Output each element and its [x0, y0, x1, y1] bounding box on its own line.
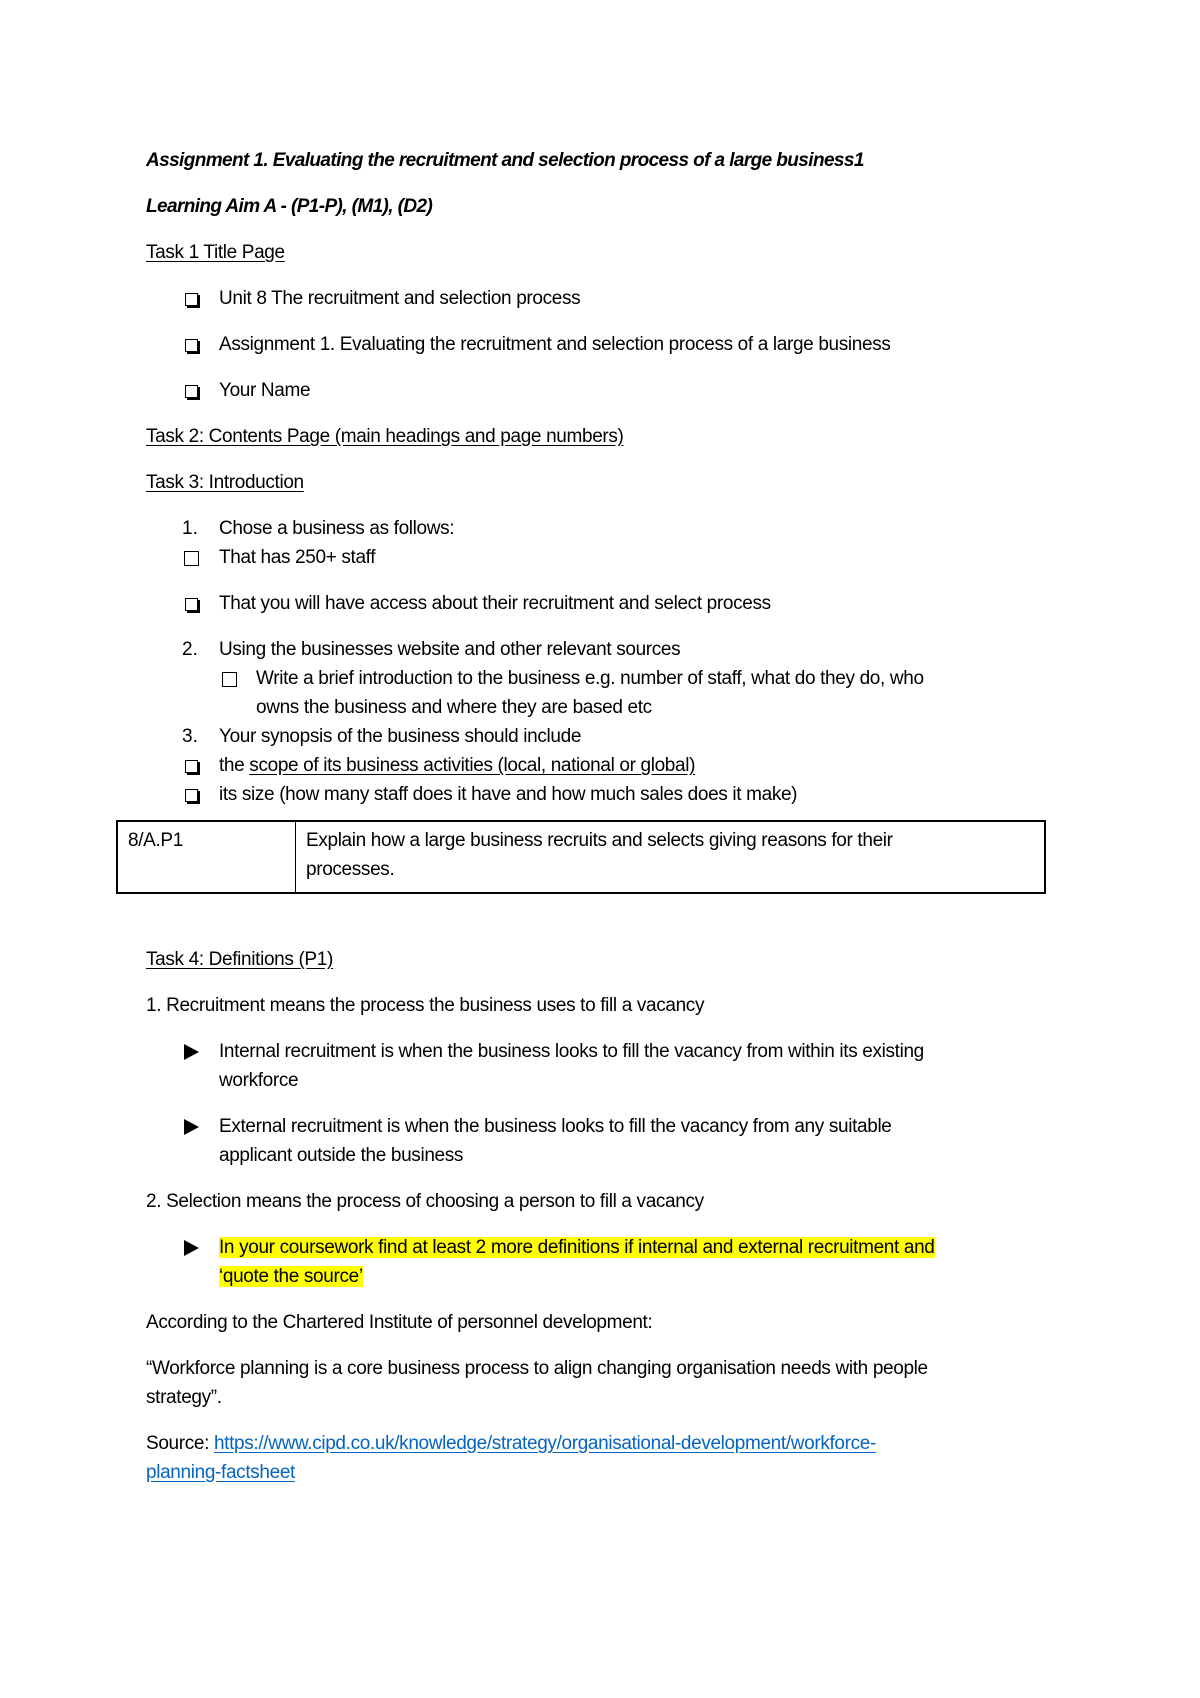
shadowed-square-bullet-icon	[181, 783, 201, 809]
criteria-code-cell: 8/A.P1	[116, 820, 296, 894]
criteria-description-line1: Explain how a large business recruits an…	[306, 830, 893, 851]
task3-step1-text: Chose a business as follows:	[219, 518, 455, 539]
task3-step3-item-scope: the scope of its business activities (lo…	[219, 754, 695, 778]
task3-step2-item-line2: owns the business and where they are bas…	[256, 697, 652, 718]
criteria-description-cell: Explain how a large business recruits an…	[295, 820, 1046, 894]
source-line1: Source: https://www.cipd.co.uk/knowledge…	[146, 1432, 876, 1456]
task4-heading: Task 4: Definitions (P1)	[146, 949, 333, 970]
open-square-bullet-icon	[219, 667, 239, 694]
task1-item-unit: Unit 8 The recruitment and selection pro…	[219, 288, 581, 309]
step-number: 2.	[182, 639, 198, 660]
highlight-text: In your coursework find at least 2 more …	[219, 1237, 935, 1258]
document-page: Assignment 1. Evaluating the recruitment…	[0, 0, 1200, 1698]
open-square-bullet-icon	[181, 546, 201, 573]
internal-recruitment-line2: workforce	[219, 1070, 299, 1091]
task1-item-name: Your Name	[219, 380, 311, 401]
source-link-continued[interactable]: planning-factsheet	[146, 1462, 295, 1483]
task3-step2-text: Using the businesses website and other r…	[219, 639, 681, 660]
source-label: Source:	[146, 1433, 214, 1454]
shadowed-square-bullet-icon	[181, 379, 201, 405]
definition-selection: 2. Selection means the process of choosi…	[146, 1191, 704, 1212]
task3-step1-item-access: That you will have access about their re…	[219, 593, 771, 614]
shadowed-square-bullet-icon	[181, 754, 201, 780]
criteria-code: 8/A.P1	[128, 830, 183, 851]
shadowed-square-bullet-icon	[181, 592, 201, 618]
right-triangle-bullet-icon	[181, 1236, 201, 1263]
task3-step3-item-size: its size (how many staff does it have an…	[219, 784, 798, 805]
task1-heading: Task 1 Title Page	[146, 242, 285, 263]
scope-prefix: the	[219, 755, 250, 776]
task2-heading: Task 2: Contents Page (main headings and…	[146, 426, 624, 447]
table-row: 8/A.P1 Explain how a large business recr…	[116, 820, 1046, 894]
criteria-description-line2: processes.	[306, 859, 395, 880]
assignment-title: Assignment 1. Evaluating the recruitment…	[146, 150, 864, 171]
right-triangle-bullet-icon	[181, 1040, 201, 1067]
according-to-text: According to the Chartered Institute of …	[146, 1312, 653, 1333]
task3-heading: Task 3: Introduction	[146, 472, 304, 493]
right-triangle-bullet-icon	[181, 1115, 201, 1142]
highlight-text: ‘quote the source’	[219, 1266, 363, 1287]
quote-line2: strategy”.	[146, 1387, 222, 1408]
scope-underlined: scope of its business activities (local,…	[249, 755, 696, 776]
step-number: 1.	[182, 518, 198, 539]
task3-step2-item-line1: Write a brief introduction to the busine…	[256, 668, 924, 689]
task1-item-assignment: Assignment 1. Evaluating the recruitment…	[219, 334, 891, 355]
task3-step3-text: Your synopsis of the business should inc…	[219, 726, 582, 747]
learning-aim-heading: Learning Aim A - (P1-P), (M1), (D2)	[146, 196, 433, 217]
shadowed-square-bullet-icon	[181, 287, 201, 313]
external-recruitment-line1: External recruitment is when the busines…	[219, 1116, 892, 1137]
criteria-table: 8/A.P1 Explain how a large business recr…	[116, 820, 1046, 894]
source-line2: planning-factsheet	[146, 1461, 295, 1485]
highlighted-instruction-line2: ‘quote the source’	[219, 1265, 363, 1289]
quote-line1: “Workforce planning is a core business p…	[146, 1358, 928, 1379]
task3-step1-item-staff: That has 250+ staff	[219, 547, 376, 568]
source-link[interactable]: https://www.cipd.co.uk/knowledge/strateg…	[214, 1433, 876, 1454]
step-number: 3.	[182, 726, 198, 747]
shadowed-square-bullet-icon	[181, 333, 201, 359]
highlighted-instruction-line1: In your coursework find at least 2 more …	[219, 1236, 935, 1260]
definition-recruitment: 1. Recruitment means the process the bus…	[146, 995, 705, 1016]
internal-recruitment-line1: Internal recruitment is when the busines…	[219, 1041, 924, 1062]
external-recruitment-line2: applicant outside the business	[219, 1145, 464, 1166]
